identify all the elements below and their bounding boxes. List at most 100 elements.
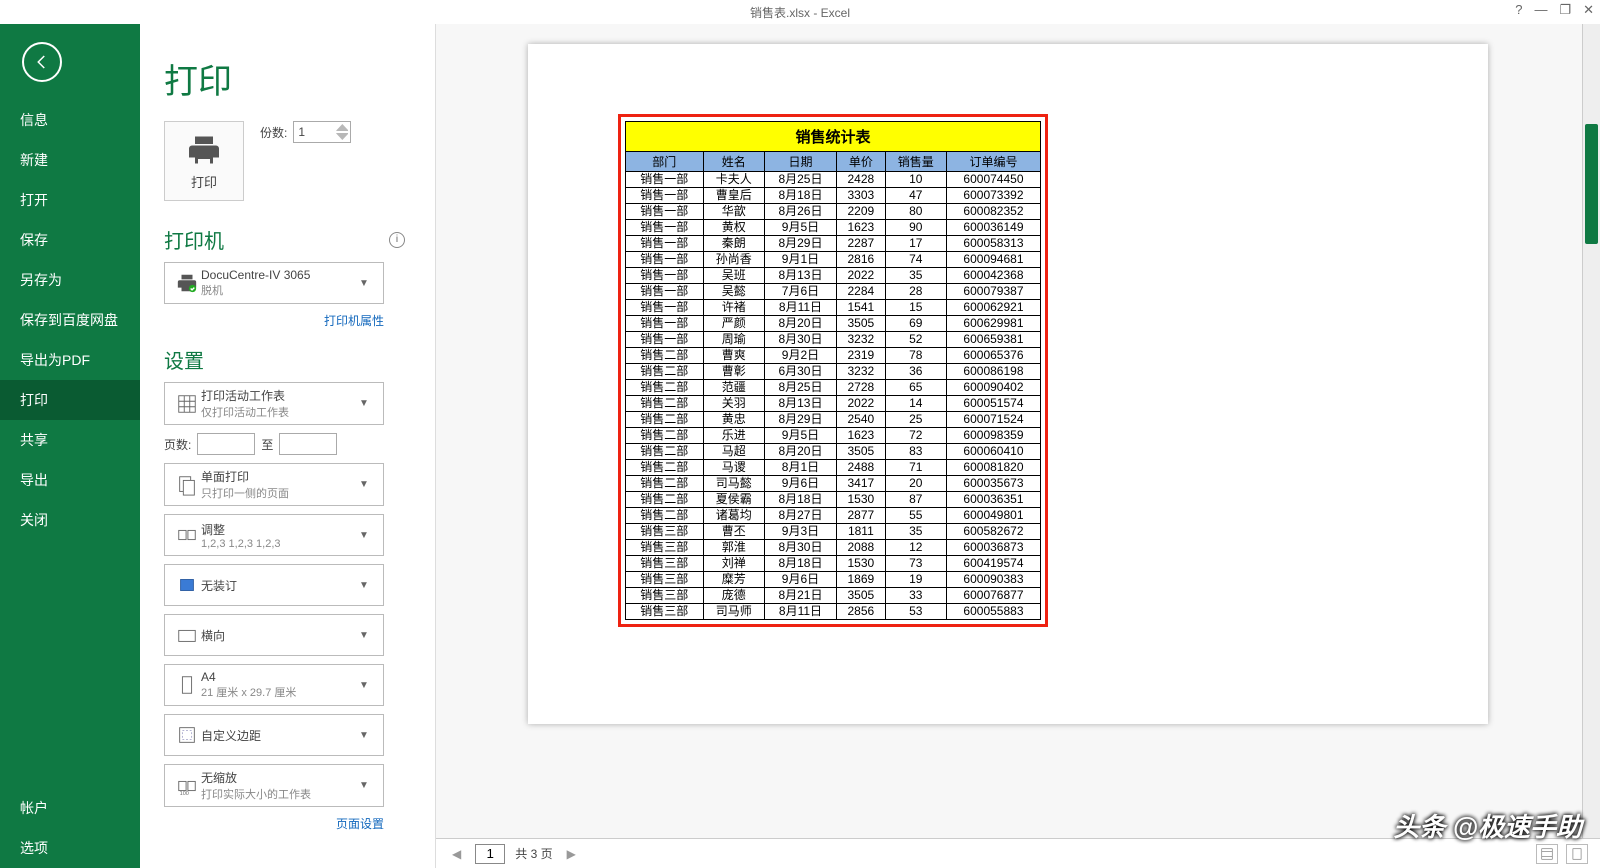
nav-item[interactable]: 新建: [0, 140, 140, 180]
svg-text:100: 100: [180, 791, 189, 797]
table-row: 销售一部孙尚香9月1日281674600094681: [626, 252, 1041, 268]
chevron-down-icon: ▼: [359, 630, 375, 641]
staple-icon: [173, 574, 201, 596]
window-controls: ? — ❐ ✕: [1515, 2, 1594, 18]
print-settings-panel: 打印 打印 份数: 1 打印机 i Docu: [140, 24, 435, 868]
table-row: 销售三部糜芳9月6日186919600090383: [626, 572, 1041, 588]
table-row: 销售一部秦朗8月29日228717600058313: [626, 236, 1041, 252]
chevron-down-icon: ▼: [359, 278, 375, 289]
printer-name: DocuCentre-IV 3065: [201, 268, 359, 282]
table-row: 销售一部严颜8月20日350569600629981: [626, 316, 1041, 332]
close-button[interactable]: ✕: [1583, 2, 1594, 18]
single-side-icon: [173, 474, 201, 496]
collate-dropdown[interactable]: 调整1,2,3 1,2,3 1,2,3 ▼: [164, 514, 384, 556]
paper-icon: [173, 674, 201, 696]
table-row: 销售一部华歆8月26日220980600082352: [626, 204, 1041, 220]
zoom-to-page-button[interactable]: [1566, 844, 1588, 864]
collate-icon: [173, 524, 201, 546]
table-header: 订单编号: [946, 152, 1040, 172]
backstage-sidebar: 信息新建打开保存另存为保存到百度网盘导出为PDF打印共享导出关闭 帐户选项: [0, 24, 140, 868]
nav-item[interactable]: 导出: [0, 460, 140, 500]
printer-dropdown[interactable]: DocuCentre-IV 3065 脱机 ▼: [164, 262, 384, 304]
table-row: 销售一部吴懿7月6日228428600079387: [626, 284, 1041, 300]
page-title: 打印: [164, 54, 435, 103]
preview-footer: ◀ 共 3 页 ▶: [436, 838, 1600, 868]
title-bar: 销售表.xlsx - Excel ? — ❐ ✕: [0, 0, 1600, 24]
nav-item[interactable]: 共享: [0, 420, 140, 460]
paper-size-dropdown[interactable]: A421 厘米 x 29.7 厘米 ▼: [164, 664, 384, 706]
print-scope-dropdown[interactable]: 打印活动工作表仅打印活动工作表 ▼: [164, 382, 384, 425]
table-row: 销售二部诸葛均8月27日287755600049801: [626, 508, 1041, 524]
nav-item[interactable]: 帐户: [0, 788, 140, 828]
sides-dropdown[interactable]: 单面打印只打印一侧的页面 ▼: [164, 463, 384, 506]
data-table: 部门姓名日期单价销售量订单编号 销售一部卡夫人8月25日242810600074…: [625, 151, 1041, 620]
current-page-input[interactable]: [475, 844, 505, 864]
printer-status: 脱机: [201, 282, 359, 298]
copies-spinner[interactable]: 1: [293, 121, 351, 143]
next-page-button[interactable]: ▶: [563, 847, 580, 861]
nav-item[interactable]: 信息: [0, 100, 140, 140]
table-row: 销售一部吴班8月13日202235600042368: [626, 268, 1041, 284]
staple-dropdown[interactable]: 无装订 ▼: [164, 564, 384, 606]
page-setup-link[interactable]: 页面设置: [164, 815, 384, 832]
chevron-down-icon: ▼: [359, 530, 375, 541]
table-header: 部门: [626, 152, 704, 172]
table-header: 单价: [837, 152, 886, 172]
table-header: 日期: [764, 152, 836, 172]
preview-page: 销售统计表 部门姓名日期单价销售量订单编号 销售一部卡夫人8月25日242810…: [528, 44, 1488, 724]
print-button-label: 打印: [191, 172, 217, 191]
chevron-down-icon: ▼: [359, 479, 375, 490]
pages-from-input[interactable]: [197, 433, 255, 455]
margins-icon: [173, 724, 201, 746]
print-preview-area: 销售统计表 部门姓名日期单价销售量订单编号 销售一部卡夫人8月25日242810…: [435, 24, 1600, 868]
sheet-title: 销售统计表: [625, 121, 1041, 151]
info-icon[interactable]: i: [389, 232, 405, 248]
nav-item[interactable]: 另存为: [0, 260, 140, 300]
table-row: 销售三部曹丕9月3日181135600582672: [626, 524, 1041, 540]
show-margins-button[interactable]: [1536, 844, 1558, 864]
nav-item[interactable]: 保存到百度网盘: [0, 300, 140, 340]
table-row: 销售二部曹爽9月2日231978600065376: [626, 348, 1041, 364]
table-header: 姓名: [703, 152, 764, 172]
nav-item[interactable]: 打印: [0, 380, 140, 420]
print-button[interactable]: 打印: [164, 121, 244, 201]
worksheet-icon: [173, 393, 201, 415]
nav-item[interactable]: 保存: [0, 220, 140, 260]
pages-label: 页数:: [164, 436, 191, 453]
table-row: 销售二部关羽8月13日202214600051574: [626, 396, 1041, 412]
back-button[interactable]: [22, 42, 62, 82]
table-row: 销售一部许褚8月11日154115600062921: [626, 300, 1041, 316]
vertical-scrollbar[interactable]: [1582, 24, 1600, 838]
pages-to-input[interactable]: [279, 433, 337, 455]
table-row: 销售三部司马师8月11日285653600055883: [626, 604, 1041, 620]
help-icon[interactable]: ?: [1515, 2, 1522, 18]
printer-properties-link[interactable]: 打印机属性: [164, 312, 384, 329]
orientation-dropdown[interactable]: 横向 ▼: [164, 614, 384, 656]
chevron-down-icon: ▼: [359, 780, 375, 791]
chevron-down-icon: ▼: [359, 398, 375, 409]
scaling-icon: 100: [173, 775, 201, 797]
chevron-down-icon: ▼: [359, 580, 375, 591]
table-row: 销售二部司马懿9月6日341720600035673: [626, 476, 1041, 492]
nav-item[interactable]: 打开: [0, 180, 140, 220]
copies-label: 份数:: [260, 124, 287, 141]
nav-item[interactable]: 导出为PDF: [0, 340, 140, 380]
margins-dropdown[interactable]: 自定义边距 ▼: [164, 714, 384, 756]
scaling-dropdown[interactable]: 100 无缩放打印实际大小的工作表 ▼: [164, 764, 384, 807]
minimize-button[interactable]: —: [1534, 2, 1547, 18]
chevron-down-icon: ▼: [359, 730, 375, 741]
nav-item[interactable]: 关闭: [0, 500, 140, 540]
table-row: 销售二部曹彰6月30日323236600086198: [626, 364, 1041, 380]
printer-icon: [173, 272, 201, 294]
nav-item[interactable]: 选项: [0, 828, 140, 868]
app-title: 销售表.xlsx - Excel: [750, 4, 850, 21]
maximize-button[interactable]: ❐: [1559, 2, 1571, 18]
table-row: 销售一部曹皇后8月18日330347600073392: [626, 188, 1041, 204]
landscape-icon: [173, 624, 201, 646]
page-total-label: 共 3 页: [515, 845, 552, 862]
prev-page-button[interactable]: ◀: [448, 847, 465, 861]
table-row: 销售三部郭淮8月30日208812600036873: [626, 540, 1041, 556]
settings-section-header: 设置: [164, 345, 204, 374]
table-row: 销售二部马超8月20日350583600060410: [626, 444, 1041, 460]
table-row: 销售三部刘禅8月18日153073600419574: [626, 556, 1041, 572]
